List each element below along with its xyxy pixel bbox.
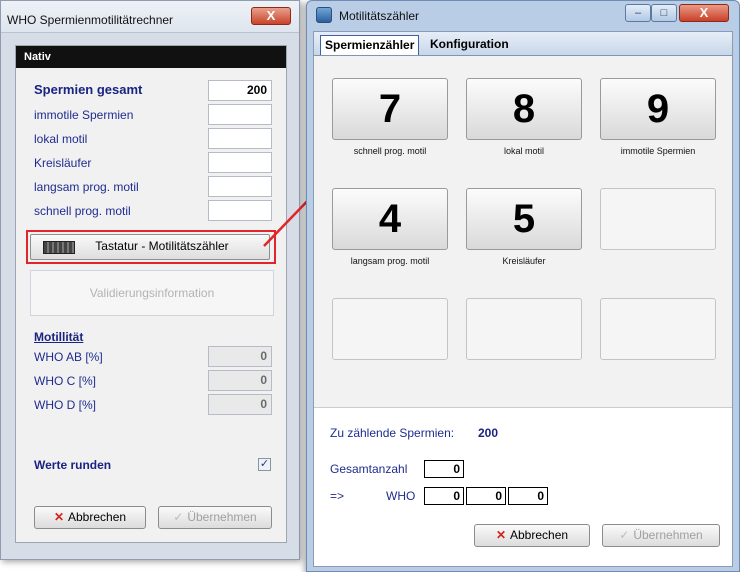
who-ab-field: 0	[208, 346, 272, 367]
immotile-field[interactable]	[208, 104, 272, 125]
tab-bar: Spermienzähler Konfiguration	[314, 32, 732, 56]
counter-cancel-label: Abbrechen	[510, 528, 569, 542]
key-empty[interactable]	[600, 188, 716, 250]
apply-check-icon: ✓	[173, 510, 184, 524]
calculator-close-button[interactable]: X	[251, 7, 291, 25]
calculator-apply-label: Übernehmen	[187, 510, 257, 524]
cancel-x-icon: ✕	[53, 510, 64, 524]
round-values-checkbox[interactable]: ✓	[258, 458, 271, 471]
key-7-caption: schnell prog. motil	[353, 146, 427, 156]
field-label-immotile: immotile Spermien	[34, 108, 134, 122]
keypad: 7 schnell prog. motil 8 lokal motil 9 im…	[314, 56, 732, 408]
field-label-circular: Kreisläufer	[34, 156, 92, 170]
validation-info-box: Validierungsinformation	[30, 270, 274, 316]
calculator-cancel-button[interactable]: ✕ Abbrechen	[34, 506, 146, 529]
key-8[interactable]: 8	[466, 78, 582, 140]
counter-window: Motilitätszähler – □ X Spermienzähler Ko…	[306, 0, 740, 572]
total-count-field: 0	[424, 460, 464, 478]
key-4-caption: langsam prog. motil	[350, 256, 430, 266]
key-empty[interactable]	[600, 298, 716, 360]
local-motile-field[interactable]	[208, 128, 272, 149]
arrow-label: =>	[330, 489, 345, 503]
calculator-apply-button[interactable]: ✓ Übernehmen	[158, 506, 272, 529]
key-5-caption: Kreisläufer	[502, 256, 546, 266]
who-value-2: 0	[466, 487, 506, 505]
counter-summary: Zu zählende Spermien: 200 Gesamtanzahl 0…	[314, 408, 732, 566]
who-value-3: 0	[508, 487, 548, 505]
panel-header: Nativ	[16, 46, 286, 68]
key-8-caption: lokal motil	[503, 146, 544, 156]
counter-titlebar: Motilitätszähler – □ X	[307, 1, 739, 31]
field-label-slow-prog: langsam prog. motil	[34, 180, 139, 194]
key-9-caption: immotile Spermien	[620, 146, 696, 156]
to-count-value: 200	[478, 426, 499, 440]
calculator-titlebar: WHO Spermienmotilitätrechner X	[1, 1, 299, 33]
apply-check-icon: ✓	[619, 528, 630, 542]
total-count-label: Gesamtanzahl	[330, 462, 408, 476]
to-count-label: Zu zählende Spermien:	[330, 426, 455, 440]
total-sperm-label: Spermien gesamt	[34, 82, 143, 97]
key-4[interactable]: 4	[332, 188, 448, 250]
who-ab-label: WHO AB [%]	[34, 350, 103, 364]
counter-cancel-button[interactable]: ✕ Abbrechen	[474, 524, 590, 547]
counter-content: Spermienzähler Konfiguration 7 schnell p…	[313, 31, 733, 567]
who-d-field: 0	[208, 394, 272, 415]
who-label: WHO	[386, 489, 416, 503]
who-c-label: WHO C [%]	[34, 374, 96, 388]
who-value-1: 0	[424, 487, 464, 505]
field-label-local-motile: lokal motil	[34, 132, 88, 146]
counter-close-button[interactable]: X	[679, 4, 729, 22]
highlight-frame	[26, 230, 276, 264]
counter-title: Motilitätszähler	[339, 9, 420, 23]
tab-configuration[interactable]: Konfiguration	[426, 35, 513, 55]
counter-apply-button[interactable]: ✓ Übernehmen	[602, 524, 720, 547]
total-sperm-field[interactable]: 200	[208, 80, 272, 101]
key-9[interactable]: 9	[600, 78, 716, 140]
maximize-button[interactable]: □	[651, 4, 677, 22]
key-empty[interactable]	[332, 298, 448, 360]
calculator-window: WHO Spermienmotilitätrechner X Nativ Spe…	[0, 0, 300, 560]
motility-section-title: Motillität	[34, 330, 84, 344]
calculator-title: WHO Spermienmotilitätrechner	[7, 13, 174, 27]
tab-sperm-counter[interactable]: Spermienzähler	[320, 35, 420, 55]
who-d-label: WHO D [%]	[34, 398, 96, 412]
cancel-x-icon: ✕	[495, 528, 506, 542]
counter-apply-label: Übernehmen	[633, 528, 703, 542]
calculator-panel: Nativ Spermien gesamt 200 immotile Sperm…	[15, 45, 287, 543]
round-values-label: Werte runden	[34, 458, 112, 472]
key-5[interactable]: 5	[466, 188, 582, 250]
key-empty[interactable]	[466, 298, 582, 360]
who-c-field: 0	[208, 370, 272, 391]
app-icon	[316, 7, 332, 23]
minimize-button[interactable]: –	[625, 4, 651, 22]
calculator-cancel-label: Abbrechen	[68, 510, 127, 524]
field-label-fast-prog: schnell prog. motil	[34, 204, 131, 218]
key-7[interactable]: 7	[332, 78, 448, 140]
